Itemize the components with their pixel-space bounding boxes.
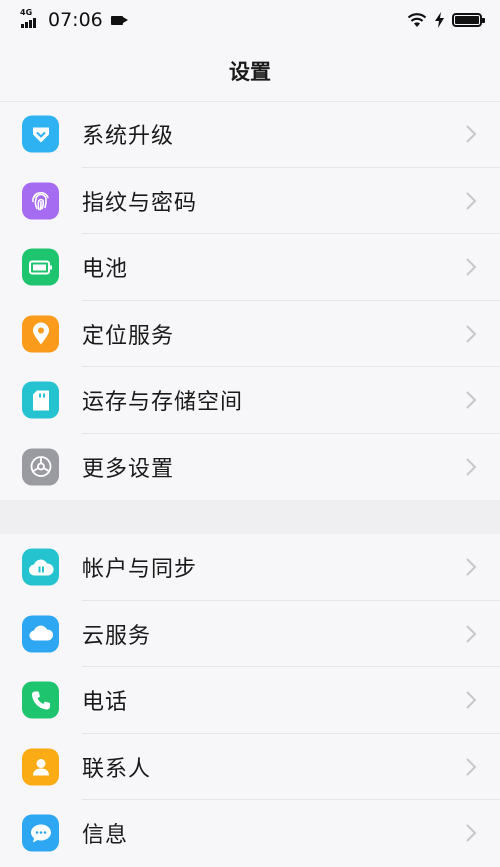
settings-item-label: 帐户与同步	[82, 557, 198, 583]
chevron-right-icon	[466, 558, 477, 576]
settings-item-label: 更多设置	[82, 456, 175, 482]
chevron-right-icon	[466, 258, 477, 276]
settings-item-label: 云服务	[82, 623, 152, 649]
settings-item-label: 系统升级	[82, 124, 175, 150]
settings-item-label: 信息	[82, 823, 129, 849]
chevron-right-icon	[466, 192, 477, 210]
network-type: 4G	[20, 8, 33, 17]
status-bar: 4G 07:06	[0, 0, 500, 40]
settings-item-contacts[interactable]: 联系人	[0, 734, 500, 801]
chevron-right-icon	[466, 325, 477, 343]
chevron-right-icon	[466, 691, 477, 709]
settings-item-phone[interactable]: 电话	[0, 667, 500, 734]
location-pin-icon	[22, 315, 59, 353]
gear-icon	[22, 448, 59, 486]
phone-icon	[22, 681, 59, 719]
charging-bolt-icon	[435, 12, 444, 28]
settings-group-accounts-apps: 帐户与同步 云服务 电话 联系人 信息	[0, 534, 500, 867]
settings-item-label: 指纹与密码	[82, 190, 198, 216]
cloud-icon	[22, 615, 59, 653]
page-title: 设置	[229, 60, 271, 84]
chevron-right-icon	[466, 824, 477, 842]
message-icon	[22, 814, 59, 852]
chevron-right-icon	[466, 625, 477, 643]
settings-group-device: 系统升级 指纹与密码 电池 定位服务 运存与存储空间 更多设置	[0, 101, 500, 500]
chevron-right-icon	[466, 458, 477, 476]
settings-item-label: 联系人	[82, 756, 152, 782]
chevron-right-icon	[466, 758, 477, 776]
cloud-sync-icon	[22, 548, 59, 586]
cellular-signal-icon: 4G	[20, 8, 44, 30]
battery-icon	[22, 248, 59, 286]
chevron-right-icon	[466, 125, 477, 143]
status-time: 07:06	[48, 9, 103, 31]
settings-item-label: 电池	[82, 257, 129, 283]
settings-item-system-upgrade[interactable]: 系统升级	[0, 101, 500, 168]
settings-item-fingerprint-password[interactable]: 指纹与密码	[0, 168, 500, 235]
screen-record-icon	[110, 15, 128, 25]
wifi-icon	[407, 13, 427, 27]
settings-item-location[interactable]: 定位服务	[0, 301, 500, 368]
settings-item-battery[interactable]: 电池	[0, 234, 500, 301]
settings-item-more-settings[interactable]: 更多设置	[0, 434, 500, 501]
contact-icon	[22, 748, 59, 786]
settings-item-label: 定位服务	[82, 323, 175, 349]
settings-item-accounts-sync[interactable]: 帐户与同步	[0, 534, 500, 601]
chevron-right-icon	[466, 391, 477, 409]
storage-card-icon	[22, 381, 59, 419]
settings-item-label: 电话	[82, 690, 129, 716]
fingerprint-icon	[22, 182, 59, 220]
settings-item-cloud-service[interactable]: 云服务	[0, 601, 500, 668]
settings-item-storage[interactable]: 运存与存储空间	[0, 367, 500, 434]
section-divider	[0, 500, 500, 534]
system-upgrade-icon	[22, 115, 59, 153]
battery-status-icon	[452, 13, 485, 27]
settings-item-label: 运存与存储空间	[82, 390, 244, 416]
